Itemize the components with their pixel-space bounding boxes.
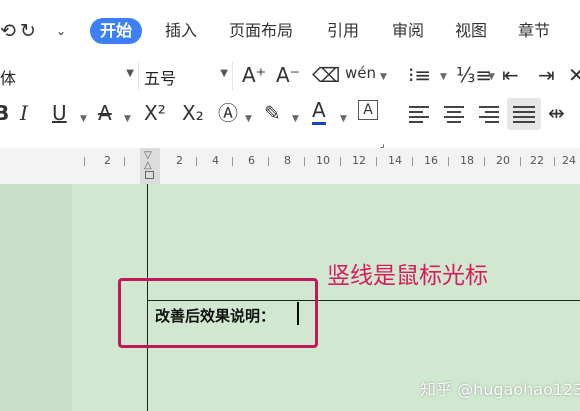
annotation-label: 竖线是鼠标光标 (327, 263, 488, 289)
justify-button[interactable] (507, 98, 541, 130)
text-cursor (297, 302, 299, 325)
strikethrough-button[interactable]: A (98, 100, 112, 126)
ruler-label: 14 (388, 154, 402, 167)
chevron-down-icon[interactable]: ▼ (340, 106, 347, 132)
undo-partial-icon[interactable]: ⟲ (0, 18, 16, 44)
ruler-label: 2 (176, 154, 183, 167)
horizontal-ruler[interactable]: 2 ▽ △ 2 4 6 8 10 12 14 16 18 20 22 24 (0, 148, 580, 185)
chevron-down-icon[interactable]: ▼ (292, 106, 299, 132)
ruler-label: 2 (104, 154, 111, 167)
redo-icon[interactable]: ↻ (20, 18, 36, 44)
tab-start[interactable]: 开始 (90, 18, 143, 44)
chevron-down-icon: ▼ (220, 68, 228, 79)
ruler-label: 10 (316, 154, 330, 167)
ruler-label: 18 (460, 154, 474, 167)
distribute-icon[interactable]: ⇹ (548, 100, 565, 126)
bold-button[interactable]: B (0, 100, 9, 126)
pinyin-dropdown-icon[interactable]: ▼ (380, 64, 387, 90)
increase-indent-icon[interactable]: ⇥ (538, 62, 555, 88)
font-color-button[interactable]: A (312, 98, 326, 125)
ruler-label: 22 (530, 154, 544, 167)
ruler-label: 20 (496, 154, 510, 167)
ruler-label: 4 (212, 154, 219, 167)
font-size-value: 五号 (144, 69, 177, 88)
chevron-down-icon[interactable]: ⌄ (56, 18, 66, 44)
chevron-down-icon[interactable]: ▼ (124, 106, 131, 132)
chevron-down-icon: ▼ (126, 68, 134, 79)
align-right-icon[interactable] (479, 106, 501, 123)
italic-button[interactable]: I (20, 100, 28, 126)
align-left-icon[interactable] (409, 106, 431, 123)
chevron-down-icon[interactable]: ▼ (488, 64, 495, 90)
tab-page-layout[interactable]: 页面布局 (229, 18, 293, 44)
bullet-list-icon[interactable]: ⁝≡ (408, 62, 431, 88)
ribbon: 体 ▼ 五号 ▼ A⁺ A⁻ ⌫ wén ▼ ⁝≡ ▼ ⅓≡ ▼ ⇤ ⇥ ✕ B… (0, 56, 580, 150)
font-name-value: 体 (0, 69, 17, 88)
superscript-button[interactable]: X² (144, 100, 166, 126)
ruler-label: 24 (562, 154, 576, 167)
asian-layout-icon[interactable]: ✕ (568, 62, 580, 88)
tab-references[interactable]: 引用 (327, 18, 359, 44)
align-center-icon[interactable] (444, 106, 466, 123)
ruler-label: 16 (424, 154, 438, 167)
tab-review[interactable]: 审阅 (392, 18, 424, 44)
chevron-down-icon[interactable]: ▼ (440, 64, 447, 90)
chevron-down-icon[interactable]: ▼ (80, 106, 87, 132)
tab-insert[interactable]: 插入 (165, 18, 197, 44)
ruler-label: 6 (248, 154, 255, 167)
text-effect-icon[interactable]: Ⓐ (218, 100, 238, 126)
eraser-icon[interactable]: ⌫ (312, 62, 340, 88)
document-text[interactable]: 改善后效果说明： (155, 305, 275, 326)
grow-font-button[interactable]: A⁺ (242, 62, 266, 88)
font-name-combo[interactable]: 体 ▼ (0, 62, 139, 90)
tab-chapter[interactable]: 章节 (518, 18, 550, 44)
char-border-button[interactable]: A (358, 100, 378, 120)
highlight-icon[interactable]: ✎ (264, 100, 281, 126)
underline-button[interactable]: U (52, 100, 67, 126)
chevron-down-icon[interactable]: ▼ (245, 106, 252, 132)
font-size-combo[interactable]: 五号 ▼ (140, 62, 233, 90)
decrease-indent-icon[interactable]: ⇤ (502, 62, 519, 88)
shrink-font-button[interactable]: A⁻ (276, 62, 300, 88)
indent-marker[interactable]: ▽ △ (140, 148, 160, 184)
numbered-list-icon[interactable]: ⅓≡ (456, 62, 492, 88)
tab-view[interactable]: 视图 (455, 18, 487, 44)
ruler-label: 12 (352, 154, 366, 167)
justify-icon (513, 106, 535, 123)
page-margin-area (0, 184, 72, 411)
menu-bar: ⟲ ↻ ⌄ 开始 插入 页面布局 引用 审阅 视图 章节 (0, 0, 580, 56)
subscript-button[interactable]: X₂ (182, 100, 204, 126)
watermark: 知乎 @hugaohao123 (420, 380, 580, 399)
pinyin-button[interactable]: wén (345, 60, 376, 86)
ruler-label: 8 (284, 154, 291, 167)
